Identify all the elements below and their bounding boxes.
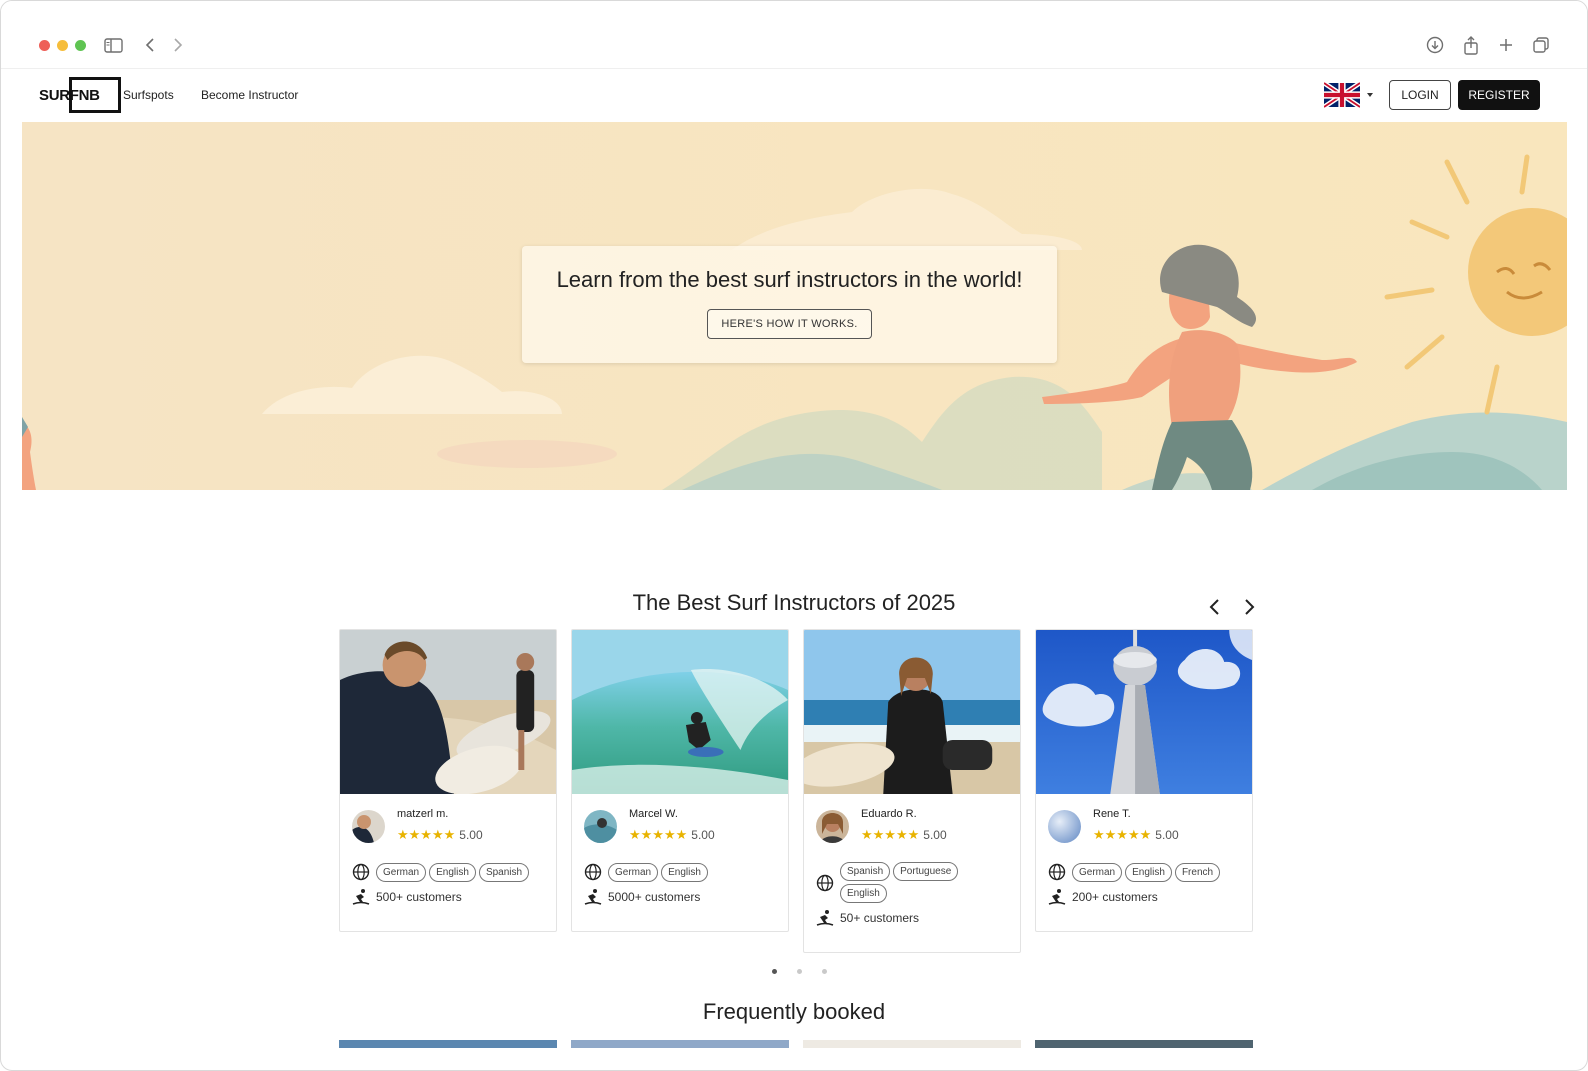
instructor-name: Eduardo R. xyxy=(861,808,917,820)
nav-link-surfspots[interactable]: Surfspots xyxy=(123,88,174,102)
globe-icon xyxy=(352,863,370,881)
frequently-booked-card[interactable] xyxy=(803,1040,1021,1048)
rating-value: 5.00 xyxy=(691,828,715,842)
instructor-rating: ★★★★★ 5.00 xyxy=(397,827,483,843)
rating-stars-icon: ★★★★★ xyxy=(861,827,920,842)
language-chip: English xyxy=(429,863,476,882)
rating-stars-icon: ★★★★★ xyxy=(629,827,688,842)
login-button[interactable]: LOGIN xyxy=(1389,80,1451,110)
instructor-rating: ★★★★★ 5.00 xyxy=(629,827,715,843)
language-chip: Portuguese xyxy=(893,862,959,881)
instructor-rating: ★★★★★ 5.00 xyxy=(861,827,947,843)
carousel-next-icon[interactable] xyxy=(1239,596,1261,618)
register-button[interactable]: REGISTER xyxy=(1458,80,1540,110)
site-navbar: SURFNB Surfspots Become Instructor LOGIN… xyxy=(22,69,1567,122)
surfer-icon xyxy=(816,910,834,926)
surfer-icon xyxy=(352,889,370,905)
instructor-name: Rene T. xyxy=(1093,808,1131,820)
new-tab-icon[interactable] xyxy=(1496,35,1516,55)
instructor-languages: German English French xyxy=(1048,863,1237,882)
instructor-card[interactable]: Marcel W. ★★★★★ 5.00 German English 5000… xyxy=(571,629,789,932)
pagination-dot[interactable] xyxy=(772,969,777,974)
minimize-window-button[interactable] xyxy=(57,40,68,51)
logo-text: SURFNB xyxy=(39,87,100,104)
maximize-window-button[interactable] xyxy=(75,40,86,51)
language-chip: English xyxy=(661,863,708,882)
browser-toolbar xyxy=(1,1,1587,69)
share-icon[interactable] xyxy=(1461,35,1481,55)
language-chip: German xyxy=(1072,863,1123,882)
instructor-languages: Spanish Portuguese English xyxy=(816,862,980,903)
frequently-booked-card[interactable] xyxy=(339,1040,557,1048)
hero-banner: Learn from the best surf instructors in … xyxy=(22,122,1567,490)
rating-value: 5.00 xyxy=(1155,828,1179,842)
carousel-pagination xyxy=(772,969,827,974)
customers-count: 500+ customers xyxy=(376,890,462,904)
instructor-languages: German English xyxy=(584,863,773,882)
instructor-photo xyxy=(572,630,788,794)
language-chip: English xyxy=(1125,863,1172,882)
back-icon[interactable] xyxy=(140,35,160,55)
instructors-section-title: The Best Surf Instructors of 2025 xyxy=(632,590,956,615)
instructor-avatar xyxy=(352,810,385,843)
rating-value: 5.00 xyxy=(923,828,947,842)
rating-stars-icon: ★★★★★ xyxy=(1093,827,1152,842)
close-window-button[interactable] xyxy=(39,40,50,51)
nav-link-become-instructor[interactable]: Become Instructor xyxy=(201,88,298,102)
instructor-photo xyxy=(340,630,556,794)
language-chip: German xyxy=(376,863,427,882)
globe-icon xyxy=(1048,863,1066,881)
instructor-avatar xyxy=(584,810,617,843)
instructor-customers: 50+ customers xyxy=(816,909,919,927)
pagination-dot[interactable] xyxy=(822,969,827,974)
carousel-prev-icon[interactable] xyxy=(1203,596,1225,618)
forward-icon[interactable] xyxy=(168,35,188,55)
customers-count: 200+ customers xyxy=(1072,890,1158,904)
download-icon[interactable] xyxy=(1425,35,1445,55)
tab-overview-icon[interactable] xyxy=(1531,35,1551,55)
instructor-customers: 200+ customers xyxy=(1048,888,1158,906)
language-chip: German xyxy=(608,863,659,882)
instructor-card[interactable]: Eduardo R. ★★★★★ 5.00 Spanish Portuguese… xyxy=(803,629,1021,953)
uk-flag-icon[interactable] xyxy=(1322,81,1362,109)
instructor-customers: 5000+ customers xyxy=(584,888,700,906)
surfer-icon xyxy=(1048,889,1066,905)
instructor-customers: 500+ customers xyxy=(352,888,462,906)
rating-stars-icon: ★★★★★ xyxy=(397,827,456,842)
window-controls xyxy=(39,40,86,51)
hero-card: Learn from the best surf instructors in … xyxy=(522,246,1057,363)
sidebar-toggle-icon[interactable] xyxy=(103,35,123,55)
language-chip: French xyxy=(1174,863,1221,882)
instructor-card[interactable]: matzerl m. ★★★★★ 5.00 German English Spa… xyxy=(339,629,557,932)
hero-title: Learn from the best surf instructors in … xyxy=(556,267,1023,292)
browser-window: SURFNB Surfspots Become Instructor LOGIN… xyxy=(0,0,1588,1071)
how-it-works-button[interactable]: HERE'S HOW IT WORKS. xyxy=(707,309,872,339)
language-dropdown-icon[interactable] xyxy=(1367,93,1373,97)
customers-count: 50+ customers xyxy=(840,911,920,925)
instructor-photo xyxy=(1036,630,1252,794)
rating-value: 5.00 xyxy=(459,828,483,842)
globe-icon xyxy=(584,863,602,881)
surfnb-logo[interactable]: SURFNB xyxy=(39,77,121,113)
instructor-photo xyxy=(804,630,1020,794)
frequently-booked-card[interactable] xyxy=(1035,1040,1253,1048)
instructor-languages: German English Spanish xyxy=(352,863,541,882)
instructor-name: matzerl m. xyxy=(397,808,449,820)
instructor-avatar xyxy=(816,810,849,843)
language-chip: English xyxy=(840,884,887,903)
instructor-name: Marcel W. xyxy=(629,808,678,820)
pagination-dot[interactable] xyxy=(797,969,802,974)
instructor-card[interactable]: Rene T. ★★★★★ 5.00 German English French… xyxy=(1035,629,1253,932)
instructor-avatar xyxy=(1048,810,1081,843)
language-chip: Spanish xyxy=(478,863,530,882)
surfer-icon xyxy=(584,889,602,905)
globe-icon xyxy=(816,874,834,892)
language-chip: Spanish xyxy=(840,862,891,881)
customers-count: 5000+ customers xyxy=(608,890,701,904)
frequently-booked-title: Frequently booked xyxy=(702,999,886,1024)
instructor-rating: ★★★★★ 5.00 xyxy=(1093,827,1179,843)
frequently-booked-card[interactable] xyxy=(571,1040,789,1048)
